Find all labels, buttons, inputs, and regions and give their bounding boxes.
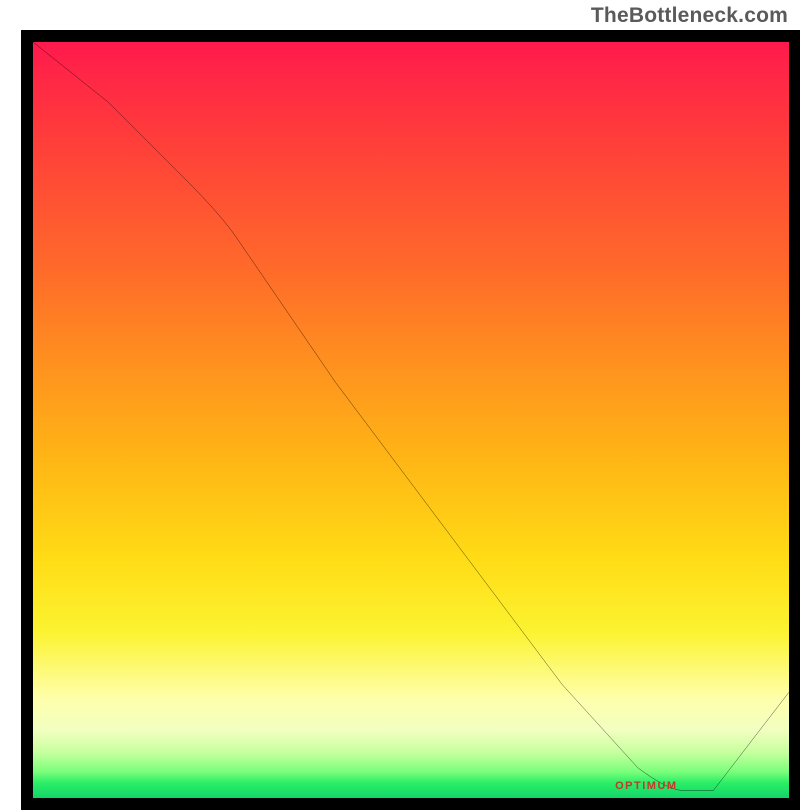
optimum-marker: OPTIMUM [615,780,677,792]
curve-layer [33,42,789,798]
attribution-label: TheBottleneck.com [591,4,788,28]
plot-area: OPTIMUM [21,30,800,810]
chart-container: TheBottleneck.com OPTIMUM [0,0,800,800]
bottleneck-curve [33,42,789,790]
